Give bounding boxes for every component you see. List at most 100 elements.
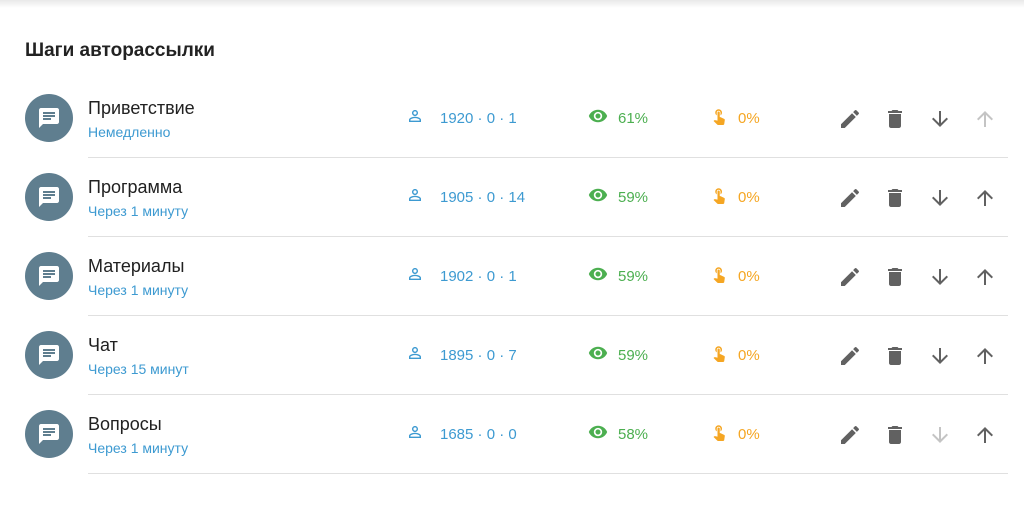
step-delay: Через 15 минут bbox=[88, 361, 189, 377]
views-stat: 59% bbox=[588, 344, 648, 366]
person-icon bbox=[406, 344, 424, 366]
arrow-up-icon bbox=[977, 348, 993, 364]
step-row: Программа Через 1 минуту 1905 · 0 · 14 5… bbox=[0, 158, 1024, 237]
person-icon bbox=[406, 265, 424, 287]
arrow-down-icon bbox=[932, 348, 948, 364]
move-up-button[interactable] bbox=[972, 264, 998, 290]
contacts-stat: 1685 · 0 · 0 bbox=[406, 423, 517, 445]
trash-icon bbox=[888, 347, 902, 365]
message-icon bbox=[25, 331, 73, 379]
eye-icon bbox=[588, 106, 608, 130]
step-title[interactable]: Чат bbox=[88, 335, 118, 356]
pointer-hand-icon bbox=[710, 186, 728, 208]
views-stat: 59% bbox=[588, 186, 648, 208]
delete-button[interactable] bbox=[882, 264, 908, 290]
eye-icon bbox=[588, 264, 608, 288]
views-value: 58% bbox=[618, 425, 649, 443]
arrow-up-icon bbox=[977, 190, 993, 206]
pointer-hand-icon bbox=[710, 107, 728, 129]
trash-icon bbox=[888, 268, 902, 286]
edit-button[interactable] bbox=[837, 264, 863, 290]
person-icon bbox=[406, 423, 424, 445]
views-stat: 58% bbox=[588, 423, 648, 445]
arrow-up-icon bbox=[977, 111, 993, 127]
views-value: 59% bbox=[618, 346, 649, 364]
arrow-up-icon bbox=[977, 427, 993, 443]
step-delay: Немедленно bbox=[88, 124, 171, 140]
clicks-value: 0% bbox=[738, 188, 760, 206]
pencil-icon bbox=[841, 109, 860, 128]
edit-button[interactable] bbox=[837, 343, 863, 369]
views-value: 61% bbox=[618, 109, 649, 127]
delete-button[interactable] bbox=[882, 343, 908, 369]
pointer-hand-icon bbox=[710, 265, 728, 287]
contacts-stat: 1895 · 0 · 7 bbox=[406, 344, 517, 366]
message-icon bbox=[25, 252, 73, 300]
contacts-value: 1920 · 0 · 1 bbox=[440, 109, 517, 127]
edit-button[interactable] bbox=[837, 185, 863, 211]
step-title[interactable]: Программа bbox=[88, 177, 182, 198]
person-icon bbox=[406, 107, 424, 129]
step-title[interactable]: Материалы bbox=[88, 256, 184, 277]
pointer-hand-icon bbox=[710, 423, 728, 445]
move-down-button[interactable] bbox=[927, 264, 953, 290]
move-down-button[interactable] bbox=[927, 343, 953, 369]
views-value: 59% bbox=[618, 267, 649, 285]
views-stat: 59% bbox=[588, 265, 648, 287]
pencil-icon bbox=[841, 425, 860, 444]
pencil-icon bbox=[841, 188, 860, 207]
step-delay: Через 1 минуту bbox=[88, 440, 189, 456]
trash-icon bbox=[888, 189, 902, 207]
clicks-stat: 0% bbox=[710, 265, 760, 287]
step-list: Приветствие Немедленно 1920 · 0 · 1 61% … bbox=[0, 79, 1024, 474]
move-down-button[interactable] bbox=[927, 106, 953, 132]
eye-icon bbox=[588, 422, 608, 446]
move-up-button[interactable] bbox=[972, 422, 998, 448]
arrow-up-icon bbox=[977, 269, 993, 285]
edit-button[interactable] bbox=[837, 422, 863, 448]
edit-button[interactable] bbox=[837, 106, 863, 132]
message-icon bbox=[25, 173, 73, 221]
contacts-value: 1902 · 0 · 1 bbox=[440, 267, 517, 285]
step-row: Вопросы Через 1 минуту 1685 · 0 · 0 58% … bbox=[0, 395, 1024, 474]
pencil-icon bbox=[841, 267, 860, 286]
trash-icon bbox=[888, 110, 902, 128]
arrow-down-icon bbox=[932, 427, 948, 443]
contacts-stat: 1905 · 0 · 14 bbox=[406, 186, 525, 208]
pointer-hand-icon bbox=[710, 344, 728, 366]
row-divider bbox=[88, 473, 1008, 474]
section-title: Шаги авторассылки bbox=[25, 40, 215, 61]
step-title[interactable]: Приветствие bbox=[88, 98, 195, 119]
move-down-button[interactable] bbox=[927, 185, 953, 211]
step-row: Чат Через 15 минут 1895 · 0 · 7 59% 0% bbox=[0, 316, 1024, 395]
move-up-button[interactable] bbox=[972, 185, 998, 211]
move-down-button[interactable] bbox=[927, 422, 953, 448]
step-delay: Через 1 минуту bbox=[88, 282, 189, 298]
contacts-value: 1895 · 0 · 7 bbox=[440, 346, 517, 364]
trash-icon bbox=[888, 426, 902, 444]
delete-button[interactable] bbox=[882, 422, 908, 448]
message-icon bbox=[25, 410, 73, 458]
contacts-stat: 1920 · 0 · 1 bbox=[406, 107, 517, 129]
clicks-stat: 0% bbox=[710, 344, 760, 366]
step-title[interactable]: Вопросы bbox=[88, 414, 162, 435]
step-row: Материалы Через 1 минуту 1902 · 0 · 1 59… bbox=[0, 237, 1024, 316]
step-delay: Через 1 минуту bbox=[88, 203, 189, 219]
contacts-value: 1685 · 0 · 0 bbox=[440, 425, 517, 443]
contacts-stat: 1902 · 0 · 1 bbox=[406, 265, 517, 287]
move-up-button[interactable] bbox=[972, 106, 998, 132]
clicks-value: 0% bbox=[738, 425, 760, 443]
person-icon bbox=[406, 186, 424, 208]
pencil-icon bbox=[841, 346, 860, 365]
move-up-button[interactable] bbox=[972, 343, 998, 369]
eye-icon bbox=[588, 343, 608, 367]
clicks-stat: 0% bbox=[710, 186, 760, 208]
clicks-value: 0% bbox=[738, 267, 760, 285]
views-stat: 61% bbox=[588, 107, 648, 129]
step-row: Приветствие Немедленно 1920 · 0 · 1 61% … bbox=[0, 79, 1024, 158]
message-icon bbox=[25, 94, 73, 142]
contacts-value: 1905 · 0 · 14 bbox=[440, 188, 526, 206]
delete-button[interactable] bbox=[882, 106, 908, 132]
delete-button[interactable] bbox=[882, 185, 908, 211]
views-value: 59% bbox=[618, 188, 649, 206]
